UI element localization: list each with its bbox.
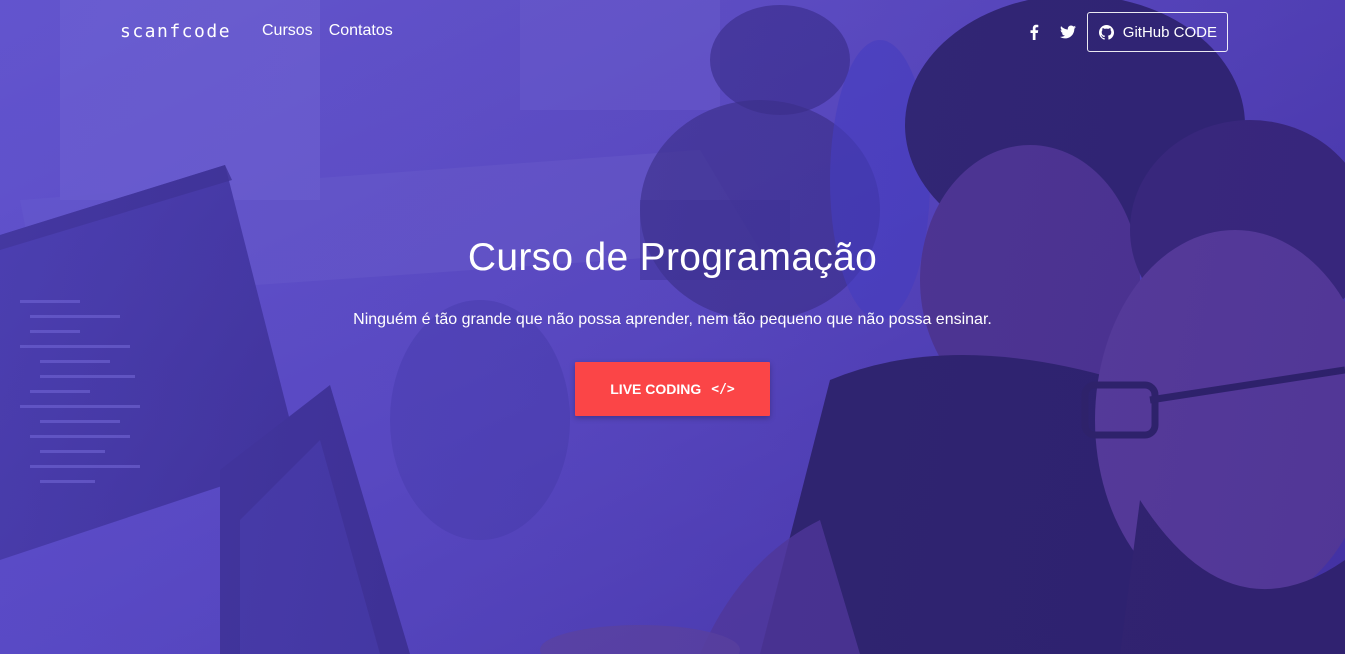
twitter-link[interactable] xyxy=(1051,12,1085,52)
github-icon xyxy=(1098,24,1114,40)
nav-links: Cursos Contatos xyxy=(262,22,393,40)
github-button-label: GitHub CODE xyxy=(1122,23,1217,41)
live-coding-button[interactable]: LIVE CODING </> xyxy=(575,362,770,416)
facebook-link[interactable] xyxy=(1017,12,1051,52)
hero-title: Curso de Programação xyxy=(467,236,878,279)
twitter-icon xyxy=(1059,25,1076,39)
navbar: scanfcode Cursos Contatos GitHub CODE xyxy=(0,0,1345,65)
nav-link-contatos[interactable]: Contatos xyxy=(329,22,393,40)
live-coding-label: LIVE CODING xyxy=(610,381,702,397)
hero-subtitle: Ninguém é tão grande que não possa apren… xyxy=(353,311,992,328)
brand-logo[interactable]: scanfcode xyxy=(120,21,231,42)
nav-right: GitHub CODE xyxy=(1017,12,1228,52)
facebook-icon xyxy=(1030,24,1039,40)
hero-section: scanfcode Cursos Contatos GitHub CODE Cu… xyxy=(0,0,1345,654)
github-code-button[interactable]: GitHub CODE xyxy=(1086,12,1228,52)
nav-link-cursos[interactable]: Cursos xyxy=(262,22,313,40)
code-icon: </> xyxy=(711,381,735,397)
